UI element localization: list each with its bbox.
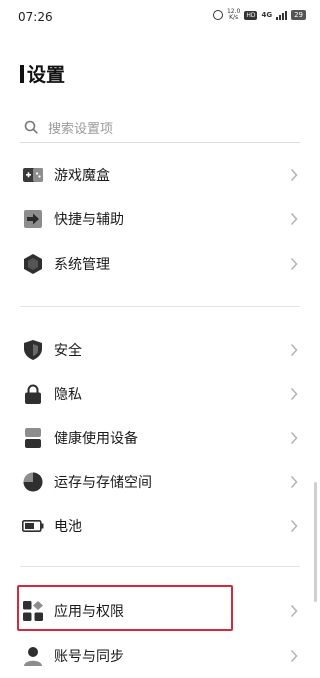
battery-level: 29 xyxy=(291,10,306,20)
chevron-right-icon xyxy=(290,343,298,357)
settings-item-label: 安全 xyxy=(54,343,82,359)
section-divider xyxy=(20,566,300,567)
settings-item-privacy[interactable]: 隐私 xyxy=(0,372,320,416)
settings-item-battery[interactable]: 电池 xyxy=(0,504,320,548)
settings-item-label: 账号与同步 xyxy=(54,649,124,665)
settings-item-shortcut[interactable]: 快捷与辅助 xyxy=(0,197,320,241)
chevron-right-icon xyxy=(290,257,298,271)
chevron-right-icon xyxy=(290,519,298,533)
section-divider xyxy=(20,306,300,307)
shortcut-icon xyxy=(22,208,44,230)
game-box-icon xyxy=(22,164,44,186)
status-icons: 12.0 K/s HD 4G 29 xyxy=(212,8,306,21)
alarm-icon xyxy=(212,10,223,20)
settings-item-label: 运存与存储空间 xyxy=(54,475,152,491)
settings-item-label: 隐私 xyxy=(54,387,82,403)
search-icon xyxy=(24,120,38,134)
settings-item-health[interactable]: 健康使用设备 xyxy=(0,416,320,460)
chevron-right-icon xyxy=(290,212,298,226)
settings-item-label: 系统管理 xyxy=(54,257,110,273)
settings-item-label: 健康使用设备 xyxy=(54,431,138,447)
chevron-right-icon xyxy=(290,604,298,618)
settings-item-system[interactable]: 系统管理 xyxy=(0,242,320,286)
chevron-right-icon xyxy=(290,387,298,401)
hourglass-icon xyxy=(22,427,44,449)
settings-item-label: 快捷与辅助 xyxy=(54,212,124,228)
status-bar: 07:26 12.0 K/s HD 4G 29 xyxy=(0,0,320,32)
signal-bars-icon xyxy=(276,10,288,20)
hd-badge: HD xyxy=(244,10,258,20)
page-title: 设置 xyxy=(27,64,66,86)
search-placeholder: 搜索设置项 xyxy=(48,121,114,137)
shield-icon xyxy=(22,339,44,361)
highlight-box xyxy=(17,585,233,631)
chevron-right-icon xyxy=(290,431,298,445)
title-accent xyxy=(20,64,24,83)
chevron-right-icon xyxy=(290,168,298,182)
signal-type: 4G xyxy=(261,11,273,19)
settings-item-account-sync[interactable]: 账号与同步 xyxy=(0,634,320,678)
settings-item-game-box[interactable]: 游戏魔盒 xyxy=(0,153,320,197)
settings-item-security[interactable]: 安全 xyxy=(0,328,320,372)
pie-storage-icon xyxy=(22,471,44,493)
scrollbar-thumb[interactable] xyxy=(314,482,317,602)
lock-icon xyxy=(22,383,44,405)
network-speed: 12.0 K/s xyxy=(226,8,241,21)
page-header: 设置 xyxy=(20,60,65,87)
chevron-right-icon xyxy=(290,649,298,663)
settings-item-storage[interactable]: 运存与存储空间 xyxy=(0,460,320,504)
settings-item-label: 电池 xyxy=(54,519,82,535)
status-time: 07:26 xyxy=(18,10,53,24)
account-icon xyxy=(22,645,44,667)
chevron-right-icon xyxy=(290,475,298,489)
settings-item-label: 游戏魔盒 xyxy=(54,168,110,184)
system-hexagon-icon xyxy=(22,253,44,275)
search-input[interactable]: 搜索设置项 xyxy=(20,112,300,143)
battery-icon xyxy=(22,515,44,537)
